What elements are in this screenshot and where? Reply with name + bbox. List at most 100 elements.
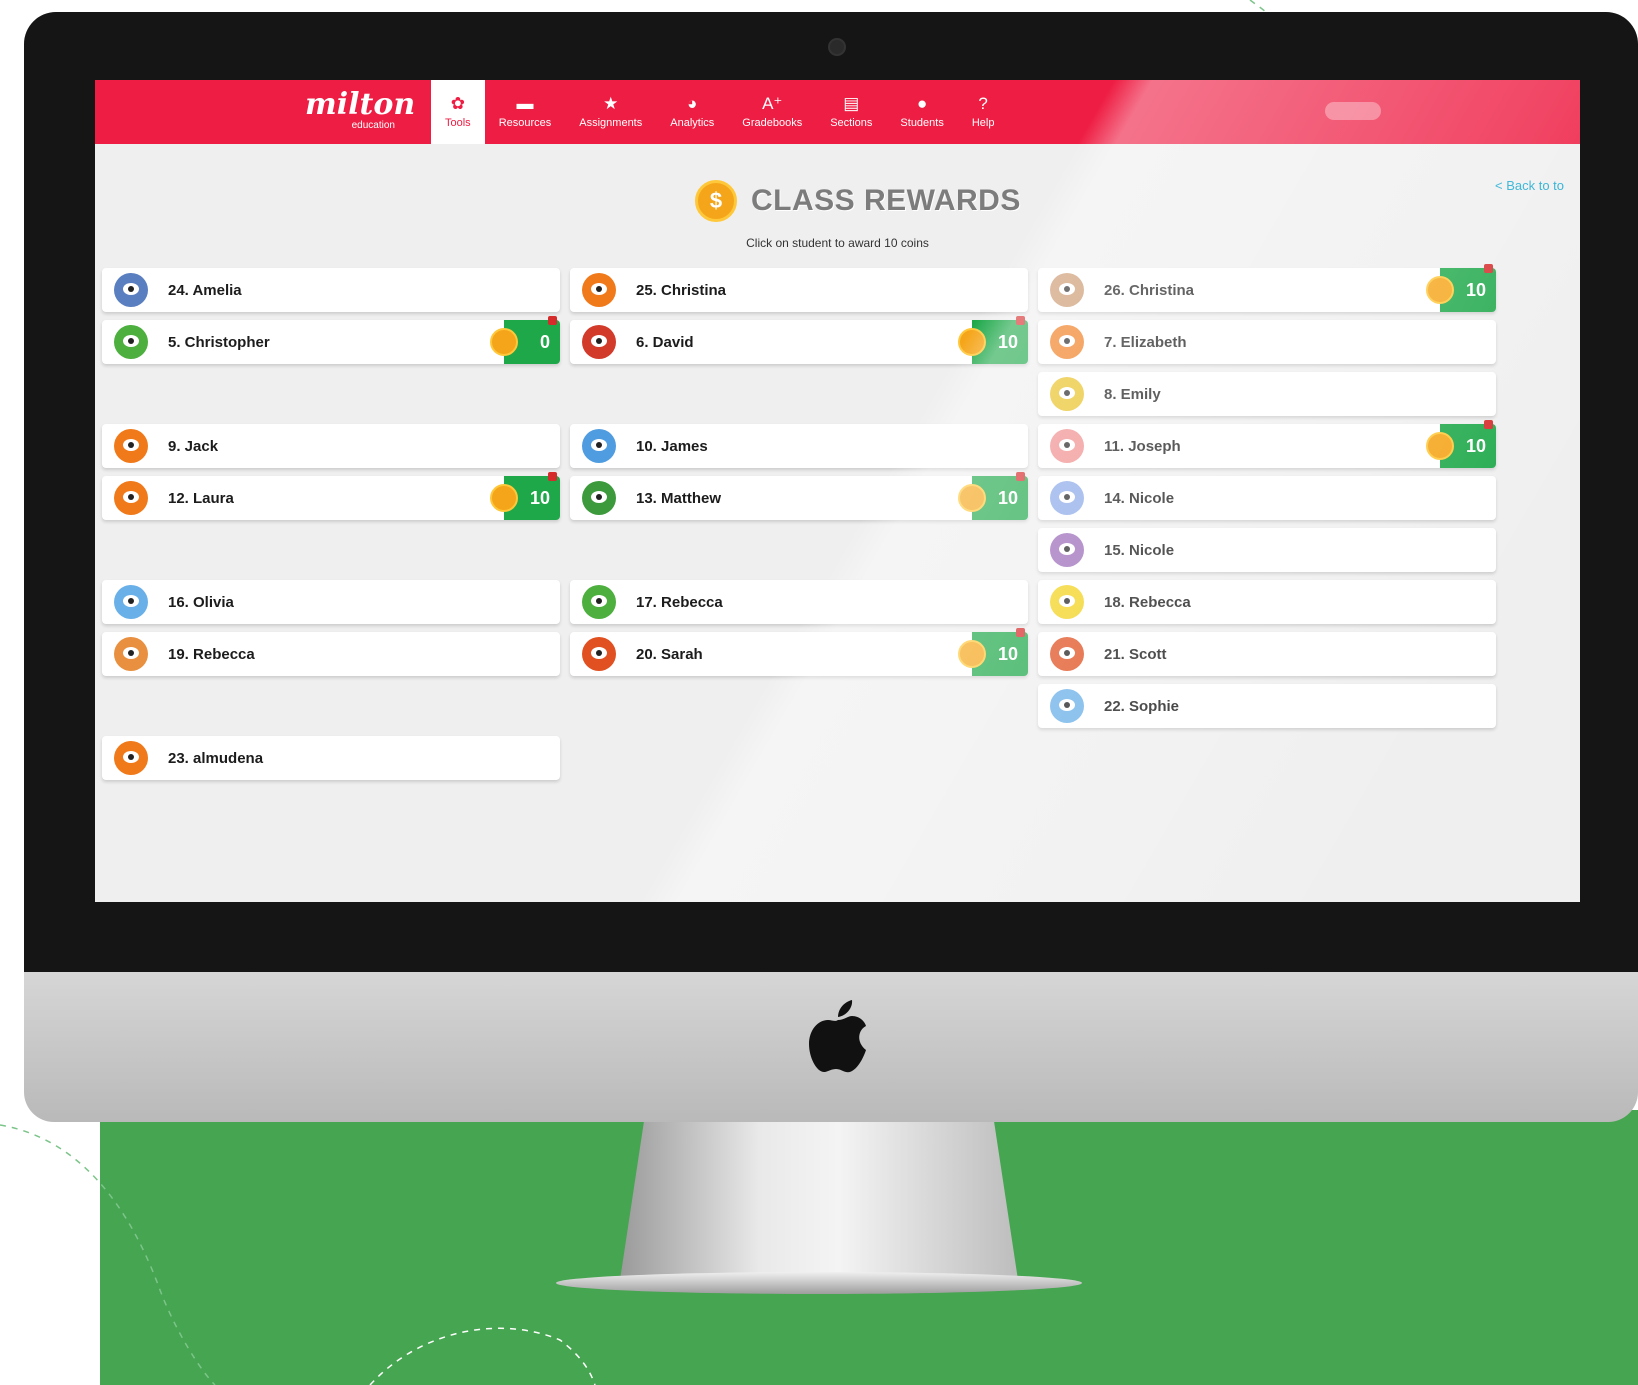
remove-coins-icon[interactable] (1016, 628, 1025, 637)
student-name: 25. Christina (636, 281, 727, 299)
nav-item-label: Resources (498, 117, 552, 129)
student-name: 14. Nicole (1104, 489, 1175, 507)
nav-item-students[interactable]: ● Students (886, 80, 957, 144)
student-name: 15. Nicole (1104, 541, 1175, 559)
student-card[interactable]: 25. Christina (570, 268, 1028, 312)
student-card[interactable]: 17. Rebecca (570, 580, 1028, 624)
remove-coins-icon[interactable] (1484, 264, 1493, 273)
monster-avatar-icon (114, 429, 148, 463)
instruction-text: Click on student to award 10 coins (746, 236, 929, 250)
monitor-stand (620, 1122, 1018, 1280)
star-icon: ★ (603, 94, 619, 113)
user-menu[interactable] (1325, 102, 1381, 120)
nav-item-analytics[interactable]: ◕ Analytics (656, 80, 728, 144)
student-name: 26. Christina (1104, 281, 1195, 299)
coin-icon (958, 640, 986, 668)
student-name: 12. Laura (168, 489, 234, 507)
student-name: 7. Elizabeth (1104, 333, 1187, 351)
student-name: 16. Olivia (168, 593, 234, 611)
coin-count-badge: 0 (490, 316, 560, 364)
nav-item-tools[interactable]: ✿ Tools (431, 80, 485, 144)
grade-icon: A⁺ (762, 94, 783, 113)
monster-avatar-icon (582, 481, 616, 515)
student-card[interactable]: 24. Amelia (102, 268, 560, 312)
student-card[interactable]: 22. Sophie (1038, 684, 1496, 728)
student-card[interactable]: 16. Olivia (102, 580, 560, 624)
student-name: 9. Jack (168, 437, 219, 455)
coin-icon (1426, 432, 1454, 460)
coin-icon (958, 484, 986, 512)
student-name: 19. Rebecca (168, 645, 255, 663)
student-name: 8. Emily (1104, 385, 1161, 403)
student-card[interactable]: 20. Sarah 10 (570, 628, 1028, 676)
nav-item-resources[interactable]: ▬ Resources (485, 80, 566, 144)
camera-icon (828, 38, 846, 56)
nav-item-label: Sections (830, 117, 873, 129)
monster-avatar-icon (582, 273, 616, 307)
student-card[interactable]: 9. Jack (102, 424, 560, 468)
student-card[interactable]: 11. Joseph 10 (1038, 420, 1496, 468)
student-card[interactable]: 12. Laura 10 (102, 472, 560, 520)
student-card[interactable]: 19. Rebecca (102, 632, 560, 676)
student-name: 11. Joseph (1104, 437, 1181, 455)
remove-coins-icon[interactable] (548, 472, 557, 481)
nav-item-sections[interactable]: ▤ Sections (816, 80, 886, 144)
coin-count: 0 (539, 331, 550, 352)
student-name: 21. Scott (1104, 645, 1167, 663)
coin-count-badge: 10 (490, 472, 560, 520)
nav-item-label: Tools (445, 117, 471, 129)
remove-coins-icon[interactable] (1484, 420, 1493, 429)
remove-coins-icon[interactable] (1016, 316, 1025, 325)
folder-icon: ▬ (516, 94, 534, 113)
monster-avatar-icon (114, 741, 148, 775)
student-card[interactable]: 18. Rebecca (1038, 580, 1496, 624)
student-card[interactable]: 23. almudena (102, 736, 560, 780)
user-icon: ● (916, 94, 928, 113)
student-card[interactable]: 5. Christopher 0 (102, 316, 560, 364)
student-name: 10. James (636, 437, 708, 455)
remove-coins-icon[interactable] (1016, 472, 1025, 481)
monster-avatar-icon (582, 585, 616, 619)
student-card[interactable]: 13. Matthew 10 (570, 472, 1028, 520)
student-name: 20. Sarah (636, 645, 703, 663)
student-card[interactable]: 7. Elizabeth (1038, 320, 1496, 364)
monster-avatar-icon (582, 429, 616, 463)
monster-avatar-icon (1050, 481, 1084, 515)
student-card[interactable]: 14. Nicole (1038, 476, 1496, 520)
monster-avatar-icon (114, 637, 148, 671)
sections-icon: ▤ (843, 94, 860, 113)
nav-item-help[interactable]: ? Help (958, 80, 1009, 144)
student-grid: 24. Amelia 25. Christina 26. Christina 10 5.… (102, 264, 1496, 780)
nav-item-label: Students (900, 117, 944, 129)
coin-icon (490, 484, 518, 512)
top-navigation-bar: milton education ✿ Tools ▬ Resources ★ Assign… (95, 80, 1580, 144)
student-name: 24. Amelia (168, 281, 242, 299)
coin-count: 10 (997, 331, 1018, 352)
help-icon: ? (978, 94, 988, 113)
student-card[interactable]: 21. Scott (1038, 632, 1496, 676)
student-name: 17. Rebecca (636, 593, 723, 611)
nav-item-gradebooks[interactable]: A⁺ Gradebooks (728, 80, 816, 144)
coin-count-badge: 10 (1426, 420, 1496, 468)
monster-avatar-icon (1050, 637, 1084, 671)
coin-count: 10 (997, 487, 1018, 508)
main-nav: ✿ Tools ▬ Resources ★ Assignments ◕ Analytics A⁺… (431, 80, 1008, 144)
student-card[interactable]: 6. David 10 (570, 316, 1028, 364)
monster-avatar-icon (114, 325, 148, 359)
student-card[interactable]: 8. Emily (1038, 372, 1496, 416)
student-card[interactable]: 26. Christina 10 (1038, 264, 1496, 312)
monster-avatar-icon (114, 273, 148, 307)
back-link[interactable]: < Back to to (1495, 178, 1564, 193)
coin-icon: $ (695, 180, 737, 222)
class-rewards-header: $ CLASS REWARDS (695, 180, 1021, 222)
monitor-stand-base (556, 1272, 1082, 1294)
milton-logo[interactable]: milton education (305, 90, 415, 136)
coin-icon (1426, 276, 1454, 304)
nav-item-label: Gradebooks (742, 117, 803, 129)
monster-avatar-icon (114, 481, 148, 515)
student-card[interactable]: 10. James (570, 424, 1028, 468)
remove-coins-icon[interactable] (548, 316, 557, 325)
nav-item-assignments[interactable]: ★ Assignments (565, 80, 656, 144)
coin-count-badge: 10 (958, 472, 1028, 520)
student-card[interactable]: 15. Nicole (1038, 528, 1496, 572)
